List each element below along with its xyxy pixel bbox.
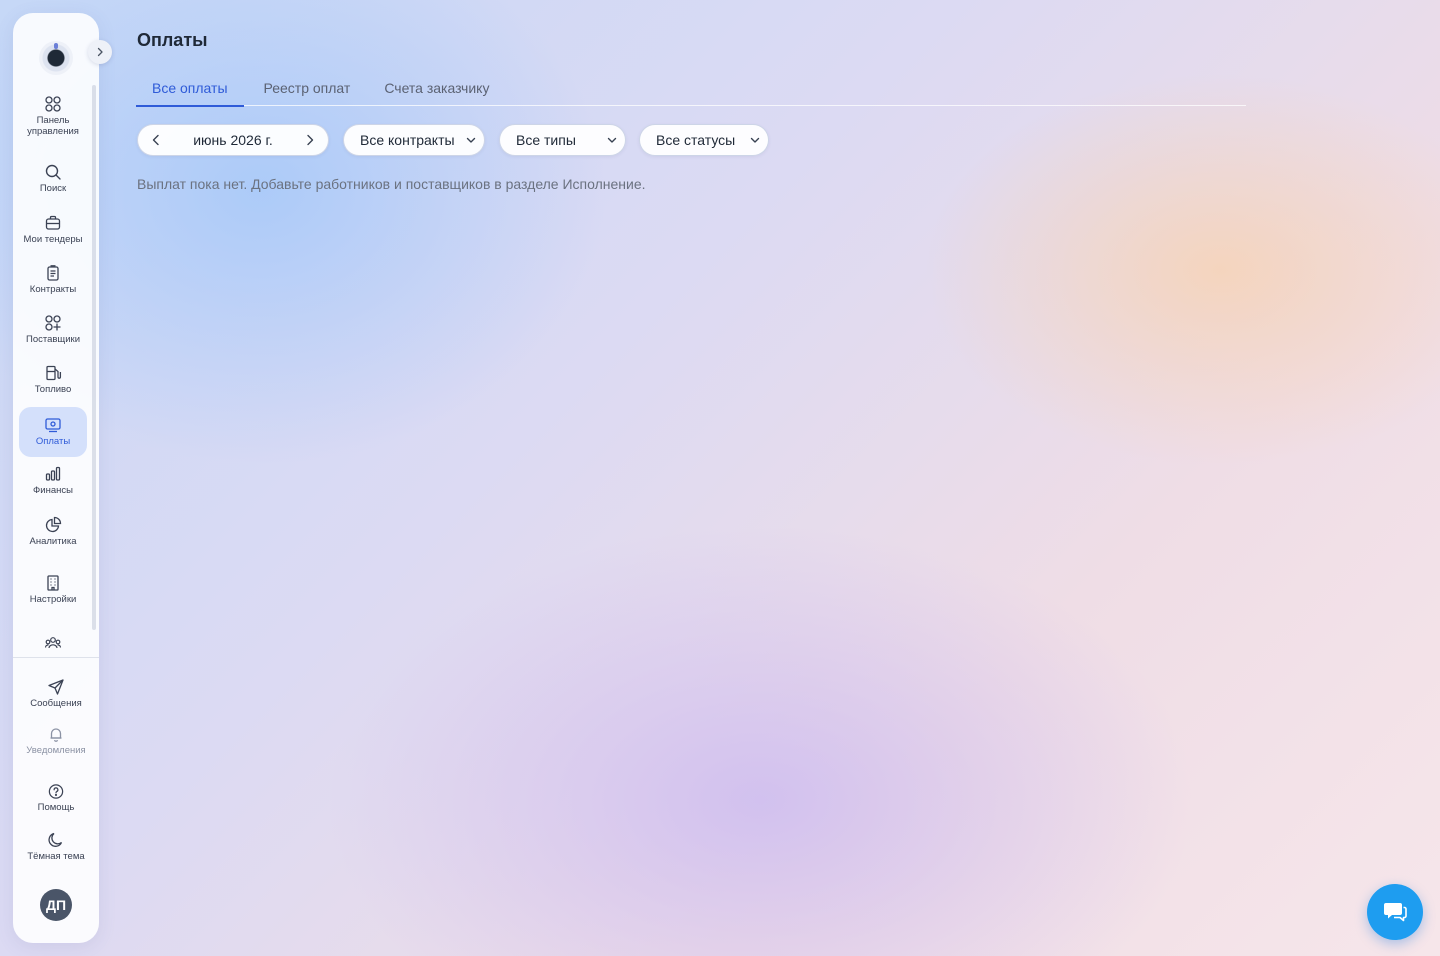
sidebar-item-label: Контракты: [29, 284, 77, 295]
help-icon: [48, 784, 64, 799]
user-avatar[interactable]: ДП: [40, 889, 72, 921]
sidebar-item-label: Панель управления: [27, 115, 79, 137]
pie-chart-icon: [45, 516, 62, 533]
logo[interactable]: [39, 41, 73, 75]
chevron-right-icon: [307, 134, 314, 146]
types-filter-select[interactable]: Все типы: [499, 124, 626, 156]
sidebar-item-label: Настройки: [29, 594, 77, 605]
previous-month-button[interactable]: [148, 132, 164, 148]
types-filter-value: Все типы: [516, 132, 576, 148]
sidebar-item-analytics[interactable]: Аналитика: [19, 516, 87, 548]
empty-state-message: Выплат пока нет. Добавьте работников и п…: [137, 176, 646, 192]
briefcase-icon: [45, 215, 61, 230]
sidebar-item-label: Аналитика: [29, 536, 77, 547]
help-label: Помощь: [37, 802, 75, 813]
tab-all-payments[interactable]: Все оплаты: [136, 70, 244, 107]
sidebar-item-payments[interactable]: Оплаты: [19, 407, 87, 457]
page-title: Оплаты: [137, 30, 208, 50]
tab-customer-invoices[interactable]: Счета заказчику: [368, 70, 505, 106]
bar-chart-icon: [45, 466, 61, 481]
sidebar-item-contracts[interactable]: Контракты: [19, 264, 87, 296]
sidebar-divider: [13, 657, 99, 658]
documents-icon: [47, 265, 59, 281]
notifications-button[interactable]: Уведомления: [17, 725, 95, 766]
sidebar-item-dashboard[interactable]: Панель управления: [19, 95, 87, 143]
messages-label: Сообщения: [30, 698, 82, 709]
messages-button[interactable]: Сообщения: [17, 678, 95, 710]
dark-theme-toggle[interactable]: Тёмная тема: [17, 831, 95, 871]
search-icon: [45, 164, 61, 180]
send-icon: [48, 679, 64, 695]
sidebar-item-fuel[interactable]: Топливо: [19, 364, 87, 396]
moon-icon: [48, 832, 63, 847]
sidebar-item-label: Финансы: [33, 485, 73, 496]
grid-plus-icon: [45, 315, 61, 331]
month-label: июнь 2026 г.: [193, 132, 273, 148]
chevron-down-icon: [466, 137, 476, 143]
grid-icon: [45, 96, 61, 112]
notifications-label: Уведомления: [26, 745, 86, 756]
chevron-right-icon: [97, 47, 103, 57]
sidebar-item-search[interactable]: Поиск: [19, 163, 87, 195]
sidebar-item-label: Топливо: [34, 384, 72, 395]
sidebar-item-finance[interactable]: Финансы: [19, 465, 87, 497]
statuses-filter-value: Все статусы: [656, 132, 736, 148]
contracts-filter-select[interactable]: Все контракты: [343, 124, 485, 156]
sidebar-item-label: Поиск: [39, 183, 67, 194]
sidebar-item-label: Поставщики: [25, 334, 81, 345]
tab-payment-register[interactable]: Реестр оплат: [244, 70, 369, 106]
sidebar-scrollbar[interactable]: [92, 85, 96, 630]
chevron-down-icon: [607, 137, 617, 143]
sidebar-item-team[interactable]: [19, 634, 87, 655]
contracts-filter-value: Все контракты: [360, 132, 455, 148]
month-picker: июнь 2026 г.: [137, 124, 329, 156]
sidebar-toggle-button[interactable]: [88, 40, 112, 64]
building-icon: [47, 575, 59, 591]
chevron-left-icon: [152, 134, 159, 146]
team-icon: [44, 637, 62, 649]
dark-theme-label: Тёмная тема: [27, 851, 85, 862]
payment-icon: [45, 418, 61, 433]
sidebar-item-label: Оплаты: [35, 436, 71, 448]
chevron-down-icon: [750, 137, 760, 143]
support-chat-button[interactable]: [1367, 884, 1423, 940]
sidebar-item-tenders[interactable]: Мои тендеры: [19, 214, 87, 246]
sidebar-item-label: Мои тендеры: [23, 234, 83, 245]
tabs: Все оплаты Реестр оплат Счета заказчику: [136, 70, 1246, 107]
chat-bubbles-icon: [1384, 903, 1407, 922]
sidebar: Панель управления Поиск Мои тендеры Конт…: [13, 13, 112, 943]
next-month-button[interactable]: [302, 132, 318, 148]
statuses-filter-select[interactable]: Все статусы: [639, 124, 769, 156]
sidebar-item-suppliers[interactable]: Поставщики: [19, 314, 87, 346]
sidebar-item-settings[interactable]: Настройки: [19, 574, 87, 606]
bell-icon: [50, 728, 62, 742]
help-button[interactable]: Помощь: [17, 783, 95, 813]
fuel-icon: [46, 365, 62, 381]
